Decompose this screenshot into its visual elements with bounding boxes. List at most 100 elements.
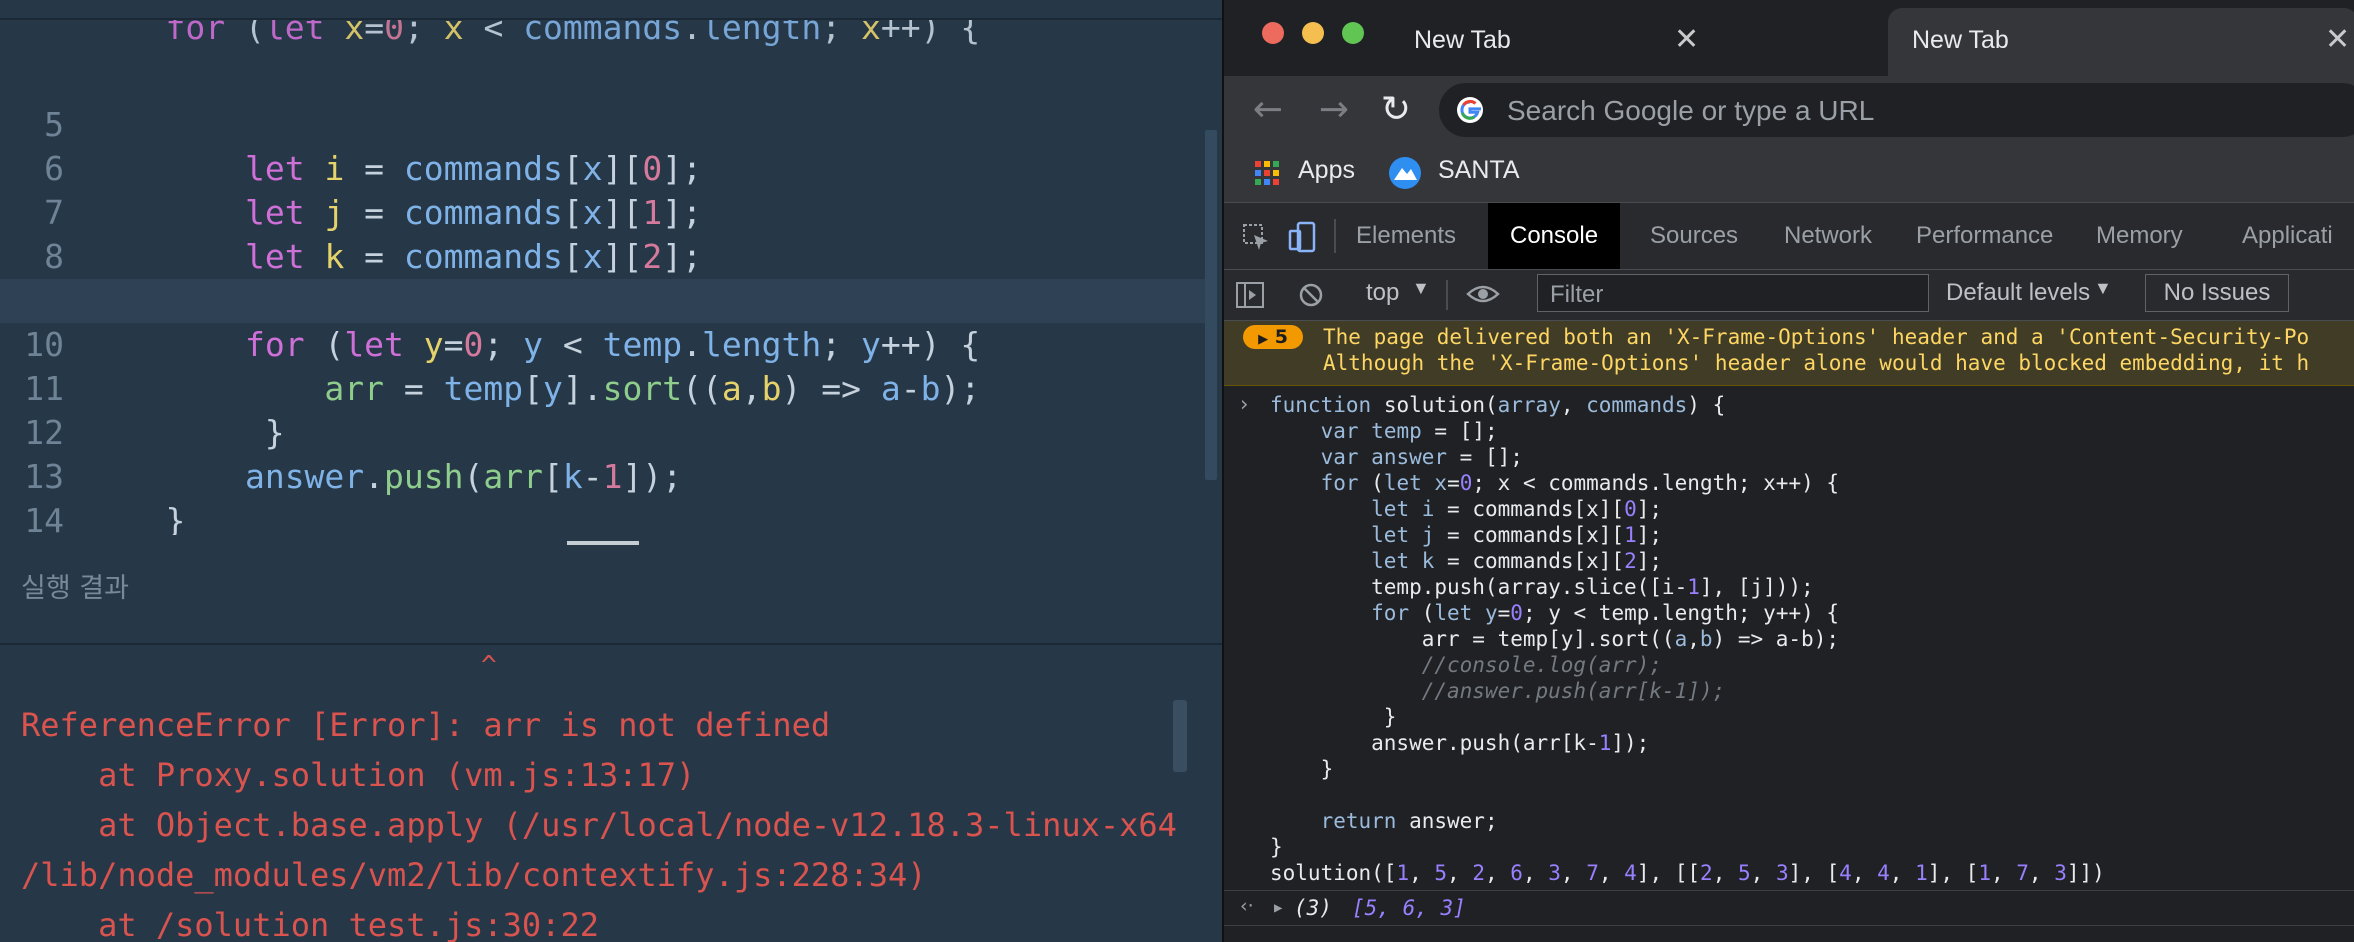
chevron-down-icon[interactable]: ▼	[2094, 278, 2112, 299]
back-arrow-icon[interactable]: ←	[1246, 88, 1290, 132]
close-window-icon[interactable]	[1262, 22, 1284, 44]
error-line: at /solution_test.js:30:22	[21, 906, 599, 942]
warning-message[interactable]: ▶ 5 The page delivered both an 'X-Frame-…	[1224, 321, 2354, 386]
console-code-line: let k = commands[x][2];	[1371, 549, 1663, 573]
bookmark-santa[interactable]: SANTA	[1438, 156, 1520, 185]
error-line: /lib/node_modules/vm2/lib/contextify.js:…	[21, 856, 927, 894]
expand-triangle-icon[interactable]: ▶	[1274, 895, 1282, 921]
console-code-line: solution([1, 5, 2, 6, 3, 7, 4], [[2, 5, …	[1270, 861, 2105, 885]
console-code-line: }	[1270, 757, 1334, 781]
console-result-row[interactable]: ‹· ▶ (3) [5, 6, 3]	[1224, 890, 2354, 926]
bookmark-apps[interactable]: Apps	[1298, 156, 1355, 185]
input-prompt-icon: ›	[1240, 392, 1249, 416]
error-line: at Proxy.solution (vm.js:13:17)	[21, 756, 696, 794]
result-header	[0, 546, 1222, 642]
code-line: 6 let j = commands[x][1];	[0, 103, 1205, 232]
console-code-line: function solution(array, commands) {	[1270, 393, 1726, 417]
filter-placeholder: Filter	[1550, 281, 1604, 308]
apps-grid-icon	[1255, 161, 1279, 185]
context-selector[interactable]: top	[1366, 279, 1399, 307]
console-comment-line: //console.log(arr);	[1270, 653, 1662, 677]
santa-logo-icon	[1389, 157, 1421, 189]
forward-arrow-icon[interactable]: →	[1312, 88, 1356, 132]
code-line: 8 temp.push(array.slice([i-1], [j]));	[0, 191, 1205, 320]
maximize-window-icon[interactable]	[1342, 22, 1364, 44]
console-code-line: for (let y=0; y < temp.length; y++) {	[1371, 601, 1840, 625]
code-line: 7 let k = commands[x][2];	[0, 147, 1205, 276]
sidebar-toggle-icon[interactable]	[1236, 282, 1264, 308]
browser-toolbar: ← → ↻ Search Google or type a URL	[1224, 76, 2354, 144]
tab-performance[interactable]: Performance	[1894, 203, 2075, 269]
inspect-element-icon[interactable]	[1242, 223, 1270, 251]
issues-button[interactable]: No Issues	[2145, 274, 2289, 312]
eye-icon[interactable]	[1466, 282, 1500, 306]
error-caret: ^	[481, 651, 497, 681]
tab-label: New Tab	[1912, 26, 2009, 54]
default-levels-dropdown[interactable]: Default levels	[1946, 279, 2090, 307]
code-line: 15 return answer;	[0, 499, 1205, 535]
code-line-current: 10 arr = temp[y].sort((a,b) => a-b);	[0, 279, 1205, 408]
warning-count: 5	[1274, 326, 1288, 348]
error-line: ReferenceError [Error]: arr is not defin…	[21, 706, 831, 744]
browser-window: New Tab ✕ New Tab ✕ ← → ↻ Search Google …	[1222, 0, 2354, 942]
console-toolbar: top ▼ Filter Default levels ▼ No Issues	[1224, 270, 2354, 321]
tab-memory[interactable]: Memory	[2074, 203, 2205, 269]
result-title: 실행 결과	[21, 573, 129, 604]
editor-scrollbar[interactable]	[1205, 130, 1217, 480]
clear-console-icon[interactable]	[1298, 282, 1324, 308]
console-code-line: return answer;	[1320, 809, 1498, 833]
filter-input[interactable]: Filter	[1537, 274, 1929, 312]
result-output: ^ ReferenceError [Error]: arr is not def…	[0, 645, 1222, 942]
devtools-tab-bar: Elements Console Sources Network Perform…	[1224, 203, 2354, 270]
console-code-line: answer.push(arr[k-1]);	[1270, 731, 1650, 755]
toolbar-divider	[1446, 280, 1448, 310]
console-output[interactable]: › function solution(array, commands) { v…	[1224, 386, 2354, 942]
tab-label: New Tab	[1414, 26, 1511, 54]
warning-line: Although the 'X-Frame-Options' header al…	[1323, 351, 2310, 375]
console-code-line: let i = commands[x][0];	[1371, 497, 1663, 521]
editor-top-border	[0, 18, 1222, 20]
code-line: 9 for (let y=0; y < temp.length; y++) {	[0, 235, 1205, 364]
chevron-down-icon[interactable]: ▼	[1412, 278, 1430, 299]
error-line: at Object.base.apply (/usr/local/node-v1…	[21, 806, 1177, 844]
reload-icon[interactable]: ↻	[1374, 88, 1418, 132]
code-line: 13 }	[0, 411, 1205, 535]
console-code-line: let j = commands[x][1];	[1371, 523, 1663, 547]
minimize-window-icon[interactable]	[1302, 22, 1324, 44]
code-editor-panel: for (let x=0; x < commands.length; x++) …	[0, 0, 1222, 942]
console-code-line: var temp = [];	[1320, 419, 1498, 443]
omnibox[interactable]: Search Google or type a URL	[1439, 83, 2354, 137]
bookmarks-bar: Apps SANTA	[1224, 144, 2354, 203]
code-editor[interactable]: for (let x=0; x < commands.length; x++) …	[0, 0, 1222, 535]
tab-elements[interactable]: Elements	[1334, 203, 1478, 269]
omnibox-placeholder: Search Google or type a URL	[1507, 95, 1875, 126]
tab-sources[interactable]: Sources	[1628, 203, 1760, 269]
console-code-line: var answer = [];	[1320, 445, 1523, 469]
result-count: (3)	[1294, 896, 1332, 920]
tab-console[interactable]: Console	[1488, 203, 1621, 269]
console-code-line: for (let x=0; x < commands.length; x++) …	[1320, 471, 1840, 495]
console-code-line: arr = temp[y].sort((a,b) => a-b);	[1270, 627, 1839, 651]
warning-count-badge[interactable]: ▶ 5	[1243, 325, 1303, 349]
google-icon	[1457, 97, 1483, 123]
tab-close-icon[interactable]: ✕	[2325, 22, 2350, 57]
console-code-line: }	[1270, 835, 1283, 859]
tab-new-tab-2[interactable]: New Tab ✕	[1888, 8, 2354, 76]
console-comment-line: //answer.push(arr[k-1]);	[1270, 679, 1726, 703]
code-line: 14	[0, 455, 1205, 535]
device-toolbar-icon[interactable]	[1288, 221, 1316, 253]
console-code-line: }	[1270, 705, 1397, 729]
console-code-line: temp.push(array.slice([i-1], [j]));	[1270, 575, 1814, 599]
code-line: 12 answer.push(arr[k-1]);	[0, 367, 1205, 496]
warning-line: The page delivered both an 'X-Frame-Opti…	[1323, 325, 2310, 349]
editor-clip	[0, 0, 1222, 20]
tab-network[interactable]: Network	[1762, 203, 1894, 269]
output-prompt-icon: ‹·	[1240, 895, 1254, 917]
tab-application[interactable]: Applicati	[2220, 203, 2354, 269]
tab-close-icon[interactable]: ✕	[1674, 22, 1699, 57]
play-triangle-icon: ▶	[1258, 332, 1269, 347]
code-line: 11 }	[0, 323, 1205, 452]
result-scrollbar[interactable]	[1173, 700, 1187, 772]
tab-strip: New Tab ✕ New Tab ✕	[1224, 0, 2354, 76]
result-values: [5, 6, 3]	[1352, 896, 1466, 920]
